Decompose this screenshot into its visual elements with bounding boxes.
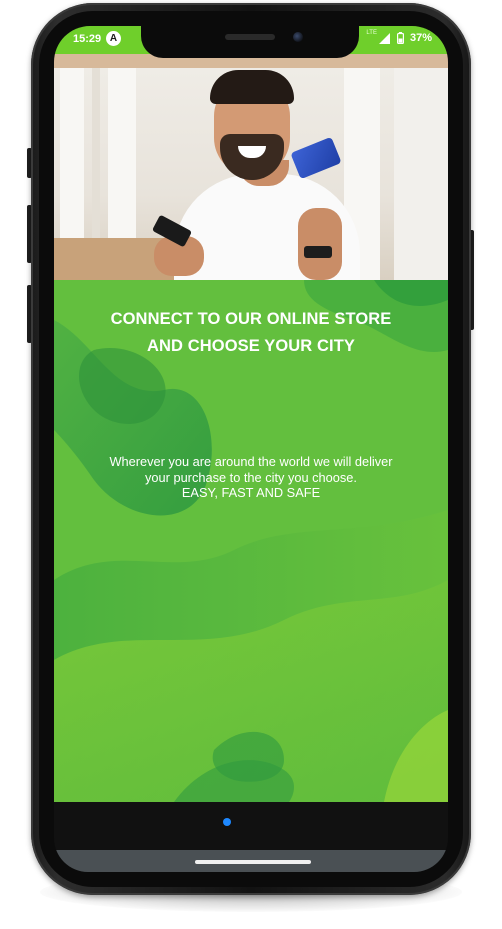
battery-icon (396, 32, 404, 44)
status-time: 15:29 (73, 33, 102, 45)
home-indicator[interactable] (195, 860, 311, 864)
device-mockup: 15:29 A LTE 37% CONNECT TO OUR ONLINE ST… (0, 0, 502, 929)
phone-screen: 15:29 A LTE 37% CONNECT TO OUR ONLINE ST… (54, 26, 448, 872)
network-type-label: LTE (366, 30, 377, 36)
window-frame (394, 68, 448, 280)
status-indicators: LTE 37% (366, 30, 432, 44)
person-hair (210, 70, 294, 104)
earpiece-speaker (225, 34, 275, 40)
page-dot-active[interactable] (223, 818, 231, 826)
onboarding-headline: CONNECT TO OUR ONLINE STORE AND CHOOSE Y… (54, 306, 448, 360)
description-line: your purchase to the city you choose. (145, 469, 357, 485)
onboarding-description: Wherever you are around the world we wil… (54, 454, 448, 501)
battery-percentage: 37% (409, 32, 432, 44)
credit-card-icon (290, 136, 342, 180)
description-line: Wherever you are around the world we wil… (109, 454, 393, 469)
page-indicator (54, 802, 448, 850)
notch (141, 26, 359, 58)
tagline: EASY, FAST AND SAFE (181, 485, 321, 500)
person-arm (298, 208, 342, 280)
onboarding-panel: CONNECT TO OUR ONLINE STORE AND CHOOSE Y… (54, 280, 448, 802)
front-camera-icon (293, 32, 303, 42)
signal-icon (378, 32, 390, 44)
wristwatch (304, 246, 332, 258)
headline-line: AND CHOOSE YOUR CITY (147, 337, 355, 355)
app-notification-icon: A (106, 31, 121, 46)
headline-line: CONNECT TO OUR ONLINE STORE (110, 310, 392, 328)
system-navigation-bar (54, 850, 448, 872)
hero-image (54, 68, 448, 280)
